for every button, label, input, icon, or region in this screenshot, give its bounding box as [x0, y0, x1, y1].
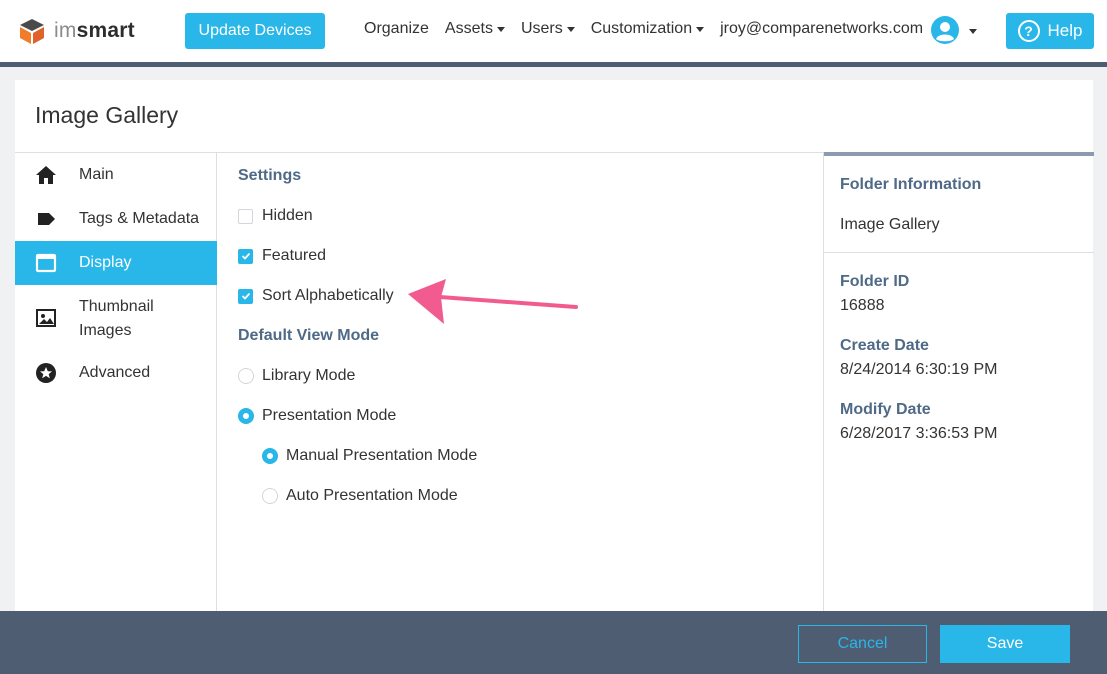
image-icon — [36, 309, 56, 327]
checkbox-checked-icon — [238, 288, 253, 304]
sidebar-item-label: Thumbnail Images — [79, 298, 154, 339]
library-mode-label: Library Mode — [262, 367, 356, 384]
presentation-mode-radio[interactable]: Presentation Mode — [238, 407, 396, 425]
manual-presentation-mode-radio[interactable]: Manual Presentation Mode — [262, 447, 477, 465]
folder-name: Image Gallery — [840, 216, 940, 233]
chevron-down-icon — [566, 26, 575, 32]
logo-text: imsmart — [54, 19, 135, 42]
sidebar-item-label: Tags & Metadata — [79, 210, 200, 227]
create-date-heading: Create Date — [840, 337, 929, 354]
nav-customization[interactable]: Customization — [591, 20, 705, 38]
main-nav: Organize Assets Users Customization jroy… — [364, 20, 939, 38]
sidebar-item-label: Display — [79, 254, 132, 271]
user-avatar-icon[interactable] — [931, 16, 959, 44]
settings-sidebar: Main Tags & Metadata Display Thumbnail Im… — [15, 153, 217, 674]
create-date-value: 8/24/2014 6:30:19 PM — [840, 361, 998, 378]
navbar-divider — [0, 62, 1107, 67]
folder-settings-panel: Image Gallery Main Tags & Metadata Displ… — [15, 80, 1094, 674]
folder-id-heading: Folder ID — [840, 273, 910, 290]
help-label: Help — [1047, 21, 1083, 40]
star-icon — [36, 363, 56, 383]
checkbox-unchecked-icon — [238, 208, 253, 224]
sidebar-item-main[interactable]: Main — [15, 153, 217, 197]
update-devices-button[interactable]: Update Devices — [185, 13, 325, 49]
featured-checkbox[interactable]: Featured — [238, 247, 326, 265]
app-logo[interactable]: imsmart — [18, 17, 135, 45]
modify-date-value: 6/28/2017 3:36:53 PM — [840, 425, 998, 442]
sidebar-item-label: Main — [79, 166, 114, 183]
hidden-label: Hidden — [262, 207, 313, 224]
user-menu-chevron-icon[interactable] — [969, 29, 977, 34]
home-icon — [36, 166, 56, 184]
help-button[interactable]: ? Help — [1006, 13, 1094, 49]
page-title: Image Gallery — [35, 102, 179, 128]
hidden-checkbox[interactable]: Hidden — [238, 207, 313, 225]
sidebar-item-advanced[interactable]: Advanced — [15, 351, 217, 395]
folder-info-heading: Folder Information — [840, 176, 982, 193]
chevron-down-icon — [496, 26, 505, 32]
auto-presentation-mode-label: Auto Presentation Mode — [286, 487, 458, 504]
logo-cube-icon — [20, 19, 44, 44]
chevron-down-icon — [696, 26, 705, 32]
radio-unselected-icon — [238, 368, 254, 384]
cancel-button[interactable]: Cancel — [798, 625, 927, 663]
radio-unselected-icon — [262, 488, 278, 504]
sidebar-item-thumbnail-images[interactable]: Thumbnail Images — [15, 285, 217, 351]
radio-selected-icon — [238, 408, 254, 424]
auto-presentation-mode-radio[interactable]: Auto Presentation Mode — [262, 487, 458, 505]
help-icon: ? — [1017, 20, 1040, 42]
radio-selected-icon — [262, 448, 278, 464]
presentation-mode-label: Presentation Mode — [262, 407, 397, 424]
info-divider — [824, 252, 1094, 253]
library-mode-radio[interactable]: Library Mode — [238, 367, 355, 385]
modify-date-heading: Modify Date — [840, 401, 931, 418]
sort-alphabetically-checkbox[interactable]: Sort Alphabetically — [238, 287, 394, 305]
nav-organize[interactable]: Organize — [364, 20, 429, 38]
nav-assets[interactable]: Assets — [445, 20, 505, 38]
annotation-arrow-icon — [408, 279, 578, 324]
save-button[interactable]: Save — [940, 625, 1070, 663]
manual-presentation-mode-label: Manual Presentation Mode — [286, 447, 478, 464]
window-icon — [35, 253, 57, 273]
footer-action-bar: Cancel Save — [0, 611, 1107, 674]
nav-user-email[interactable]: jroy@comparenetworks.com — [720, 20, 923, 38]
folder-id-value: 16888 — [840, 297, 885, 314]
sidebar-item-tags-metadata[interactable]: Tags & Metadata — [15, 197, 217, 241]
sort-alphabetically-label: Sort Alphabetically — [262, 287, 394, 304]
tag-icon — [38, 213, 55, 225]
top-navbar: imsmart Update Devices Organize Assets U… — [0, 0, 1107, 62]
nav-users[interactable]: Users — [521, 20, 575, 38]
sidebar-item-label: Advanced — [79, 364, 151, 381]
default-view-mode-heading: Default View Mode — [238, 327, 380, 344]
checkbox-checked-icon — [238, 248, 253, 264]
featured-label: Featured — [262, 247, 327, 264]
sidebar-item-display[interactable]: Display — [15, 241, 217, 285]
info-accent-bar — [824, 152, 1094, 156]
settings-heading: Settings — [238, 167, 302, 184]
folder-info-panel: Folder Information Image Gallery Folder … — [823, 152, 1094, 674]
